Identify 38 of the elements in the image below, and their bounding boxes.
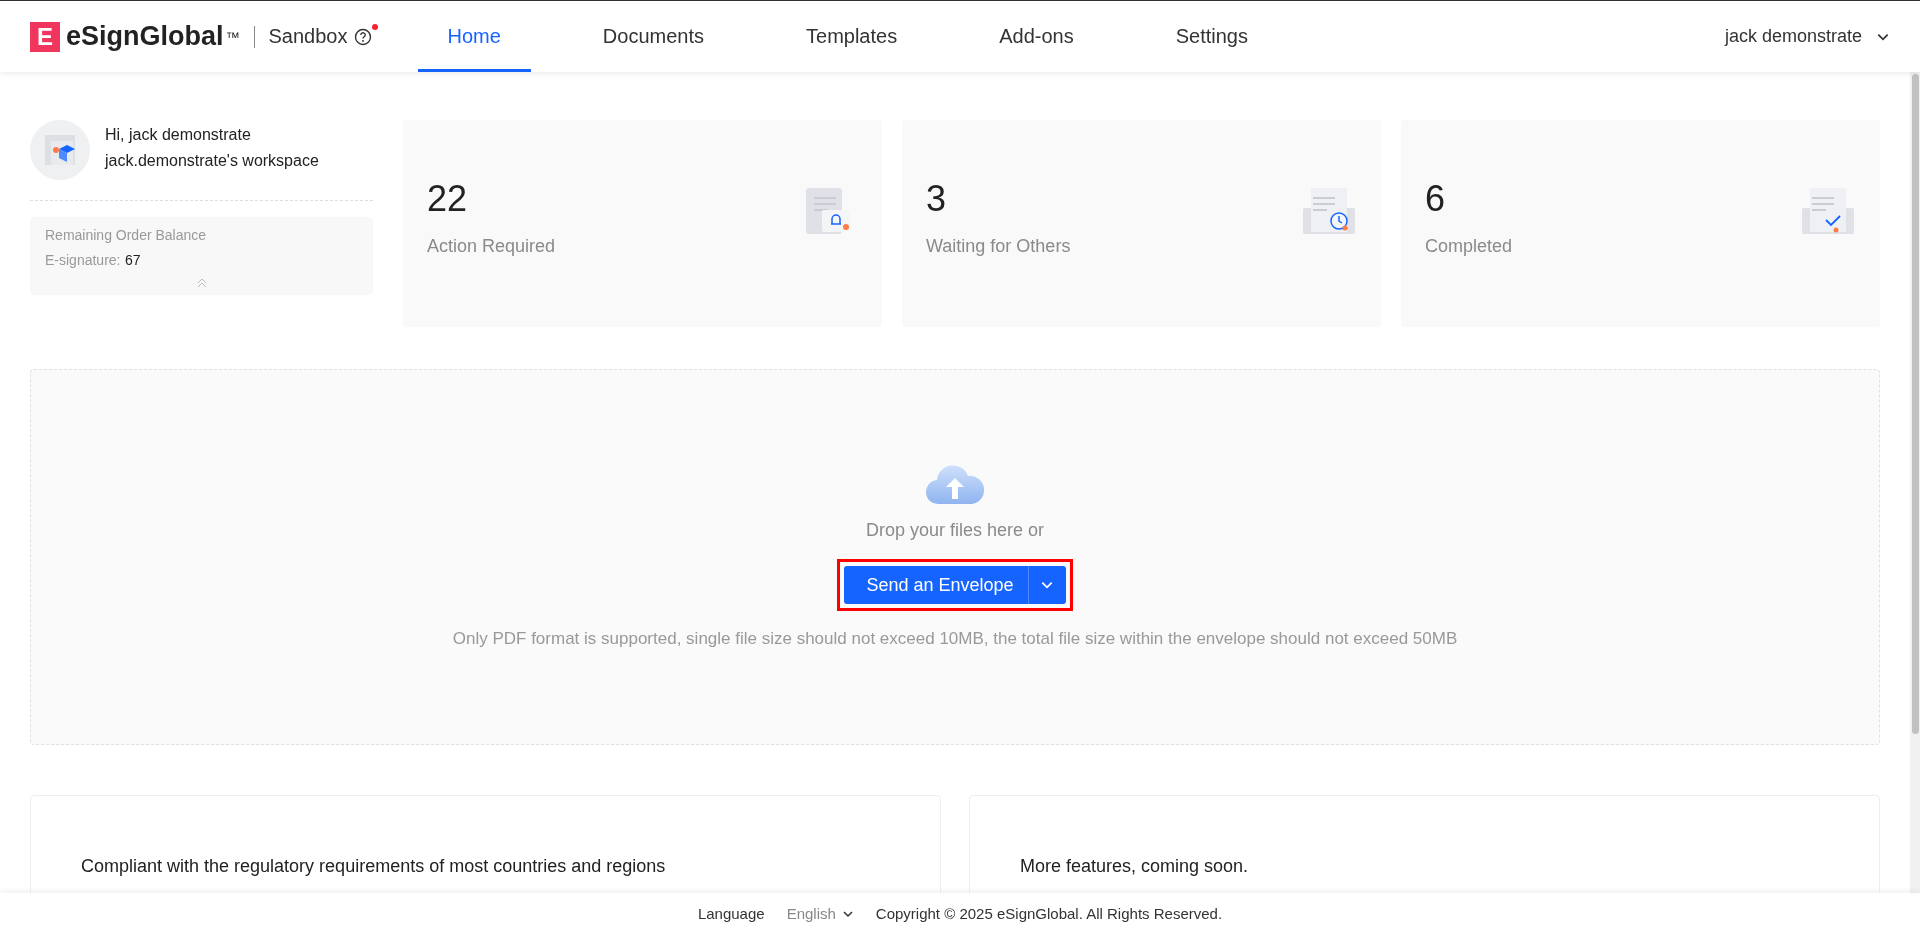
stat-card[interactable]: 6 Completed — [1401, 120, 1880, 327]
help-icon[interactable] — [353, 27, 372, 46]
environment-label: Sandbox — [268, 25, 348, 48]
stat-card[interactable]: 3 Waiting for Others — [902, 120, 1381, 327]
scrollbar-thumb[interactable] — [1911, 74, 1919, 734]
stat-label: Waiting for Others — [926, 236, 1071, 257]
nav-tab[interactable]: Home — [417, 1, 531, 72]
language-select[interactable]: English — [786, 905, 854, 922]
balance-label: E-signature: — [45, 252, 121, 268]
trademark: ™ — [225, 28, 240, 45]
stat-count: 6 — [1425, 178, 1447, 220]
stat-label: Completed — [1425, 236, 1513, 257]
workspace-icon — [43, 133, 77, 167]
brand-name: eSignGlobal — [66, 21, 224, 52]
nav-tab[interactable]: Settings — [1145, 1, 1278, 72]
dropdown-button[interactable] — [1027, 566, 1066, 604]
stat-count: 3 — [926, 178, 948, 220]
send-envelope-button[interactable]: Send an Envelope — [844, 566, 1028, 604]
collapse-icon[interactable] — [196, 277, 207, 289]
greeting: Hi, jack demonstrate — [105, 126, 252, 144]
info-text: More features, coming soon. — [1020, 856, 1249, 876]
nav-tab[interactable]: Documents — [572, 1, 734, 72]
balance-value: 67 — [124, 252, 141, 268]
user-name[interactable]: jack demonstrate — [1724, 26, 1862, 47]
language-label: Language — [697, 905, 765, 922]
copyright: Copyright © 2025 eSignGlobal. All Rights Reserved. — [875, 905, 1223, 922]
info-text: Compliant with the regulatory requirements of most countries and regions — [81, 856, 666, 876]
upload-dropzone[interactable]: Drop your files here or Send an Envelope Only PDF format is supported, single file size should not exceed 10MB, the total file size within the envelope should not exceed 50MB — [30, 369, 1880, 745]
balance-title: Remaining Order Balance — [45, 227, 208, 243]
stat-label: Action Required — [427, 236, 556, 257]
workspace-name: jack.demonstrate's workspace — [105, 152, 319, 170]
stat-count: 22 — [427, 178, 469, 220]
nav-tab[interactable]: Templates — [776, 1, 928, 72]
nav-tab[interactable]: Add-ons — [969, 1, 1104, 72]
stat-card[interactable]: 22 Action Required — [403, 120, 882, 327]
logo-mark: E — [30, 21, 60, 52]
upload-note: Only PDF format is supported, single file size should not exceed 10MB, the total file size within the envelope should not exceed 50MB — [452, 629, 1458, 649]
drop-prompt: Drop your files here or — [865, 520, 1045, 541]
